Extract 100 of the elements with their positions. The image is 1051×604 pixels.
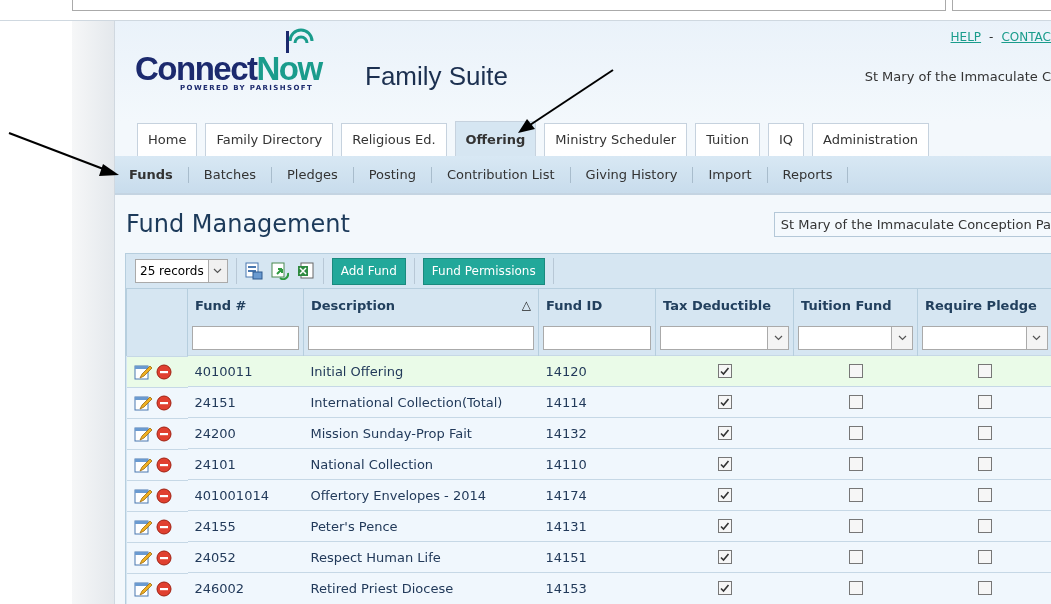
nav-tab[interactable]: Tuition <box>695 123 760 156</box>
table-cell: 24200 <box>187 417 304 449</box>
table-cell: 24101 <box>187 448 304 480</box>
table-cell: 14132 <box>538 417 656 449</box>
subnav-item[interactable]: Reports <box>767 166 849 183</box>
checkbox[interactable] <box>717 364 732 378</box>
nav-tab[interactable]: Religious Ed. <box>341 123 447 156</box>
filter-field[interactable] <box>308 326 534 351</box>
checkbox[interactable] <box>848 581 863 596</box>
table-row[interactable]: 24052 Respect Human Life 14151 <box>126 541 1051 573</box>
table-row[interactable]: 4010011 Initial Offering 14120 <box>126 355 1051 387</box>
table-cell: Respect Human Life <box>303 541 539 573</box>
edit-icon <box>133 362 152 381</box>
table-cell: 24151 <box>187 386 304 418</box>
edit-icon <box>133 486 152 505</box>
filter-select[interactable] <box>798 326 913 351</box>
checkbox[interactable] <box>717 457 732 471</box>
checkbox[interactable] <box>848 488 863 502</box>
checkbox[interactable] <box>848 395 863 409</box>
checkbox[interactable] <box>717 550 732 564</box>
table-row[interactable]: 246002 Retired Priest Diocese 14153 <box>126 572 1051 604</box>
delete-icon <box>155 456 172 473</box>
table-row[interactable]: 401001014 Offertory Envelopes - 2014 14174 <box>126 479 1051 511</box>
checkbox[interactable] <box>848 550 863 564</box>
subnav-item[interactable]: Posting <box>353 166 432 183</box>
logo: ConnectNow <box>135 54 322 84</box>
caret-icon <box>773 335 783 342</box>
table-row[interactable]: 24101 National Collection 14110 <box>126 448 1051 480</box>
column-header[interactable]: Tax Deductible <box>655 288 794 322</box>
checkbox[interactable] <box>717 488 732 502</box>
checkbox[interactable] <box>977 488 992 502</box>
nav-tab[interactable]: Offering <box>454 121 537 156</box>
caret-icon <box>897 335 907 342</box>
edit-icon <box>133 548 152 567</box>
column-header[interactable]: Fund ID <box>538 288 656 322</box>
table-cell: 246002 <box>187 572 304 604</box>
column-header[interactable]: Description △ <box>303 288 539 322</box>
checkbox[interactable] <box>717 581 732 596</box>
checkbox[interactable] <box>717 519 732 533</box>
table-row[interactable]: 24155 Peter's Pence 14131 <box>126 510 1051 542</box>
table-cell: Peter's Pence <box>303 510 539 542</box>
nav-tab[interactable]: IQ <box>767 123 804 156</box>
checkbox[interactable] <box>848 519 863 533</box>
subnav-item[interactable]: Giving History <box>570 166 694 183</box>
column-header[interactable]: Tuition Fund <box>793 288 918 322</box>
checkbox[interactable] <box>848 457 863 471</box>
subnav-item[interactable]: Batches <box>188 166 272 183</box>
delete-icon <box>155 425 172 442</box>
table-cell: 14120 <box>538 355 656 387</box>
table-row[interactable]: 24200 Mission Sunday-Prop Fait 14132 <box>126 417 1051 449</box>
parish-select[interactable]: St Mary of the Immaculate Conception Pa <box>773 211 1051 237</box>
checkbox[interactable] <box>977 457 992 471</box>
sort-icon: △ <box>521 298 531 312</box>
table-cell: 14114 <box>538 386 656 418</box>
edit-icon <box>133 424 152 443</box>
suite-title: Family Suite <box>365 61 509 92</box>
checkbox[interactable] <box>977 426 992 440</box>
subnav-item[interactable]: Import <box>693 166 768 183</box>
table-cell: 14153 <box>538 572 656 604</box>
table-cell: 14174 <box>538 479 656 511</box>
table-cell: 24052 <box>187 541 304 573</box>
nav-tab[interactable]: Family Directory <box>205 123 334 156</box>
page-title: Fund Management <box>126 210 350 238</box>
checkbox[interactable] <box>717 426 732 440</box>
table-cell: 4010011 <box>187 355 304 387</box>
table-row[interactable]: 24151 International Collection(Total) 14114 <box>126 386 1051 418</box>
edit-icon <box>133 455 152 474</box>
delete-icon <box>155 549 172 566</box>
checkbox[interactable] <box>977 550 992 564</box>
table-cell: 14131 <box>538 510 656 542</box>
filter-field[interactable] <box>192 326 299 351</box>
table-cell: Initial Offering <box>303 355 539 387</box>
filter-select[interactable] <box>922 326 1048 351</box>
checkbox[interactable] <box>977 395 992 409</box>
nav-tab[interactable]: Ministry Scheduler <box>544 123 688 156</box>
filter-field[interactable] <box>543 326 651 351</box>
nav-tab[interactable]: Administration <box>811 123 930 156</box>
delete-icon <box>155 487 172 504</box>
nav-tab[interactable]: Home <box>137 123 198 156</box>
table-cell: 401001014 <box>187 479 304 511</box>
link-separator: - <box>989 30 994 44</box>
checkbox[interactable] <box>848 364 863 378</box>
checkbox[interactable] <box>848 426 863 440</box>
table-cell: Retired Priest Diocese <box>303 572 539 604</box>
checkbox[interactable] <box>977 364 992 378</box>
table-cell: 24155 <box>187 510 304 542</box>
table-cell: Mission Sunday-Prop Fait <box>303 417 539 449</box>
checkbox[interactable] <box>977 519 992 533</box>
subnav-item[interactable]: Pledges <box>271 166 354 183</box>
caret-icon <box>207 260 227 282</box>
records-select[interactable]: 25 records <box>135 259 228 283</box>
edit-icon <box>133 517 152 536</box>
subnav-item[interactable]: Contribution List <box>432 166 571 183</box>
filter-select[interactable] <box>660 326 789 351</box>
column-header[interactable]: Require Pledge <box>917 288 1051 322</box>
column-header[interactable]: Fund # <box>187 288 304 322</box>
signal-cross-icon <box>286 27 316 53</box>
checkbox[interactable] <box>717 395 732 409</box>
checkbox[interactable] <box>977 581 992 596</box>
table-cell: 14110 <box>538 448 656 480</box>
